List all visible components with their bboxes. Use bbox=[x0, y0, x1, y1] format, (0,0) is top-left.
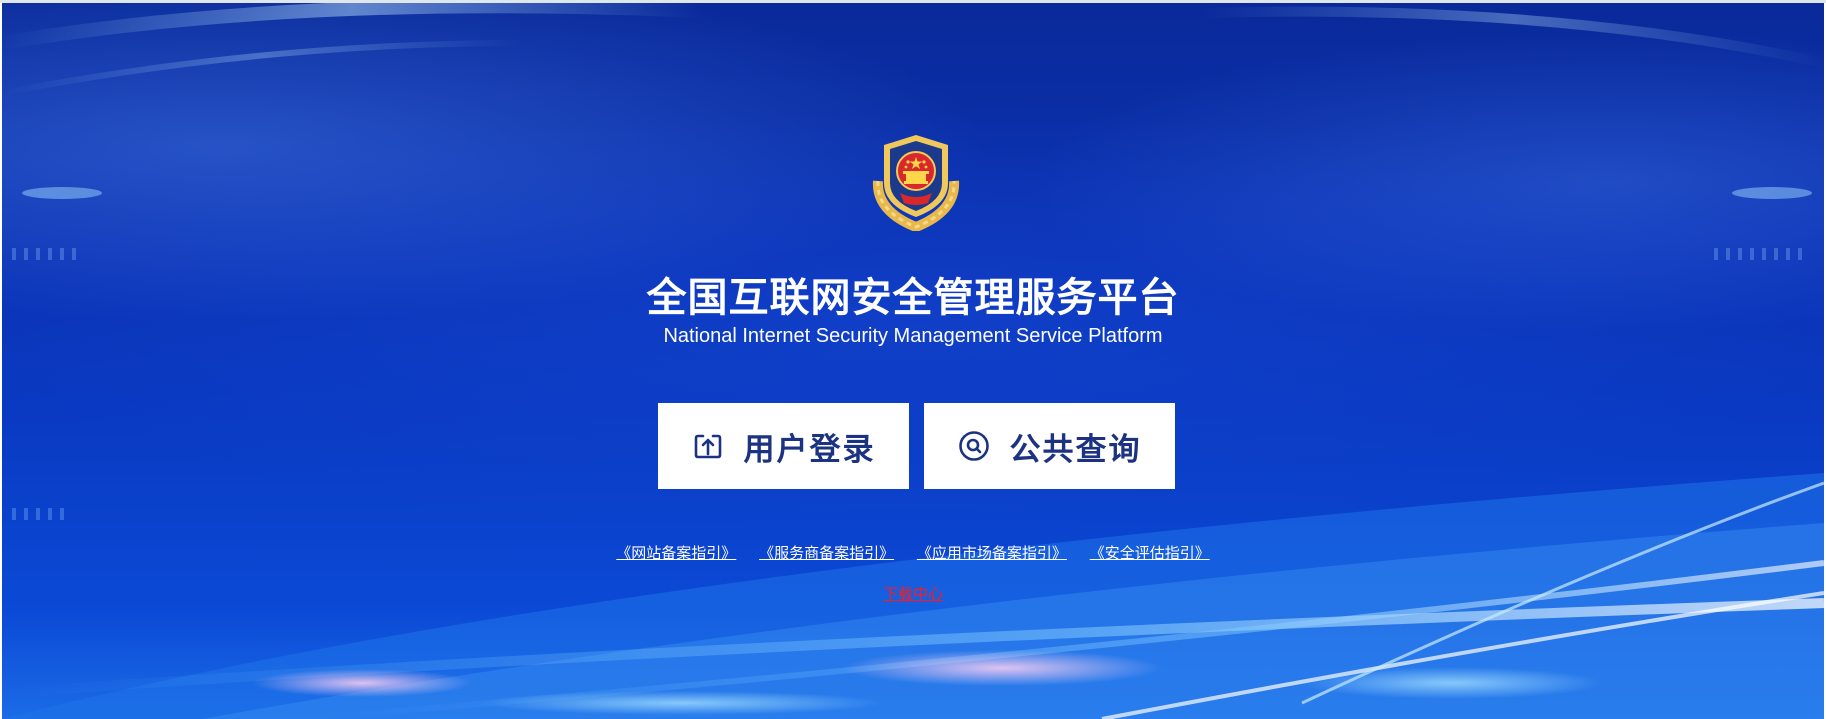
search-circle-icon bbox=[958, 431, 989, 461]
guide-link-service-provider[interactable]: 《服务商备案指引》 bbox=[759, 544, 894, 562]
hero-banner: 全国互联网安全管理服务平台 National Internet Security… bbox=[2, 3, 1824, 719]
guide-link-website[interactable]: 《网站备案指引》 bbox=[616, 544, 736, 562]
user-login-label: 用户登录 bbox=[743, 431, 876, 468]
page-subtitle: National Internet Security Management Se… bbox=[663, 325, 1163, 347]
page: 全国互联网安全管理服务平台 National Internet Security… bbox=[0, 0, 1826, 719]
download-center-link[interactable]: 下载中心 bbox=[883, 585, 943, 603]
public-query-button[interactable]: 公共查询 bbox=[924, 403, 1175, 489]
guide-link-app-market[interactable]: 《应用市场备案指引》 bbox=[917, 544, 1067, 562]
download-center: 下载中心 bbox=[2, 583, 1824, 604]
police-emblem-icon bbox=[872, 135, 960, 231]
upload-box-icon bbox=[694, 434, 721, 459]
page-title: 全国互联网安全管理服务平台 bbox=[646, 275, 1180, 321]
guide-link-security-assessment[interactable]: 《安全评估指引》 bbox=[1090, 544, 1210, 562]
guide-links: 《网站备案指引》 《服务商备案指引》 《应用市场备案指引》 《安全评估指引》 bbox=[2, 542, 1824, 563]
background-light-streaks bbox=[2, 3, 1824, 719]
user-login-button[interactable]: 用户登录 bbox=[658, 403, 909, 489]
public-query-label: 公共查询 bbox=[1009, 431, 1142, 468]
